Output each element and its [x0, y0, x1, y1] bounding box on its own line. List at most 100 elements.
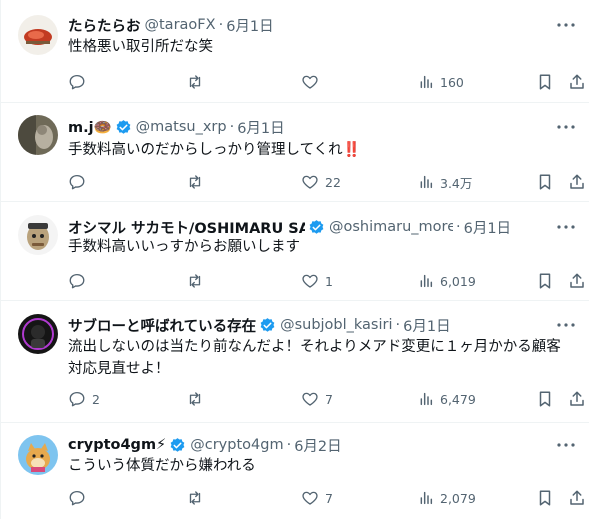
tweet[interactable]: オシマル サカモト/OSHIMARU SAKAMOTO @oshimaru_mo…: [1, 202, 589, 301]
bookmark-button[interactable]: [537, 270, 553, 292]
avatar[interactable]: [18, 314, 58, 354]
tweet[interactable]: たらたらお @taraoFX · 6月1日 性格悪い取引所だな笑 160: [1, 0, 589, 103]
view-count: 2,079: [440, 490, 476, 506]
retweet-button[interactable]: [186, 270, 210, 292]
views-button[interactable]: 160: [418, 71, 464, 93]
tweet[interactable]: crypto4gm⚡ @crypto4gm · 6月2日 こういう体質だから嫌わ…: [1, 423, 589, 519]
heart-icon: [302, 274, 318, 288]
share-button[interactable]: [568, 388, 586, 410]
user-handle[interactable]: @crypto4gm: [190, 437, 283, 453]
more-options-button[interactable]: [555, 315, 577, 335]
retweet-button[interactable]: [186, 388, 210, 410]
action-bar: 160: [1, 71, 589, 93]
reply-button[interactable]: [68, 270, 92, 292]
tweet-header: サブローと呼ばれている存在 @subjobl_kasiri · 6月1日: [68, 315, 451, 335]
display-name[interactable]: m.j🍩: [68, 119, 112, 136]
retweet-icon: [189, 274, 201, 288]
views-button[interactable]: 6,479: [418, 388, 476, 410]
action-bar: 7 2,079: [1, 487, 589, 509]
avatar[interactable]: [18, 15, 58, 55]
user-handle[interactable]: @oshimaru_more: [329, 219, 453, 235]
share-button[interactable]: [568, 71, 586, 93]
retweet-icon: [189, 392, 201, 406]
tweet-date[interactable]: 6月1日: [226, 15, 273, 36]
tweet[interactable]: m.j🍩 @matsu_xrp · 6月1日 手数料高いのだからしっかり管理して…: [1, 103, 589, 202]
share-button[interactable]: [568, 171, 586, 193]
separator-dot: ·: [456, 219, 461, 235]
tweet-date[interactable]: 6月1日: [237, 117, 284, 138]
verified-badge-icon: [259, 317, 276, 334]
views-button[interactable]: 6,019: [418, 270, 476, 292]
retweet-icon: [189, 75, 201, 89]
share-icon: [570, 490, 584, 505]
like-button[interactable]: 7: [301, 388, 333, 410]
tweet-line: 手数料高いのだからしっかり管理してくれ‼️: [68, 142, 361, 158]
tweet-date[interactable]: 6月1日: [464, 217, 511, 238]
display-name[interactable]: オシマル サカモト/OSHIMARU SAKAMOTO: [68, 217, 305, 238]
views-button[interactable]: 3.4万: [418, 171, 472, 193]
view-count: 3.4万: [440, 175, 473, 191]
share-button[interactable]: [568, 270, 586, 292]
bookmark-icon: [539, 490, 551, 506]
bookmark-icon: [539, 174, 551, 190]
reply-icon: [69, 74, 85, 90]
like-button[interactable]: 1: [301, 270, 333, 292]
more-options-button[interactable]: [555, 15, 577, 35]
avatar[interactable]: [18, 115, 58, 155]
view-count: 160: [440, 74, 464, 90]
share-icon: [570, 174, 584, 189]
tweet-line: 性格悪い取引所だな笑: [68, 39, 213, 55]
avatar[interactable]: [18, 215, 58, 255]
reply-button[interactable]: [68, 71, 92, 93]
analytics-icon: [420, 392, 433, 406]
bookmark-button[interactable]: [537, 388, 553, 410]
more-icon: [557, 23, 575, 27]
bookmark-button[interactable]: [537, 171, 553, 193]
views-button[interactable]: 2,079: [418, 487, 476, 509]
tweet[interactable]: サブローと呼ばれている存在 @subjobl_kasiri · 6月1日 流出し…: [1, 301, 589, 423]
tweet-header: crypto4gm⚡ @crypto4gm · 6月2日: [68, 435, 342, 455]
reply-button[interactable]: [68, 171, 92, 193]
user-handle[interactable]: @taraoFX: [145, 17, 216, 33]
bookmark-icon: [539, 391, 551, 407]
bookmark-button[interactable]: [537, 487, 553, 509]
bookmark-button[interactable]: [537, 71, 553, 93]
display-name[interactable]: たらたらお: [68, 15, 141, 36]
tweet-date[interactable]: 6月2日: [294, 435, 341, 456]
reply-icon: [69, 174, 85, 190]
retweet-button[interactable]: [186, 171, 210, 193]
verified-badge-icon: [115, 119, 132, 136]
share-icon: [570, 74, 584, 89]
tweet-text: 手数料高いのだからしっかり管理してくれ‼️: [68, 139, 573, 161]
verified-badge-icon: [169, 437, 186, 454]
display-name[interactable]: crypto4gm⚡: [68, 437, 166, 453]
like-button[interactable]: 22: [301, 171, 341, 193]
heart-icon: [302, 392, 318, 406]
user-handle[interactable]: @matsu_xrp: [136, 119, 227, 135]
reply-button[interactable]: [68, 487, 92, 509]
reply-icon: [69, 273, 85, 289]
retweet-button[interactable]: [186, 487, 210, 509]
reply-button[interactable]: 2: [68, 388, 100, 410]
user-handle[interactable]: @subjobl_kasiri: [280, 317, 392, 333]
like-count: 22: [325, 174, 341, 190]
more-icon: [557, 323, 575, 327]
like-count: 7: [325, 391, 333, 407]
like-button[interactable]: 7: [301, 487, 333, 509]
share-button[interactable]: [568, 487, 586, 509]
analytics-icon: [420, 491, 433, 505]
reply-count: 2: [92, 391, 100, 407]
analytics-icon: [420, 274, 433, 288]
tweet-date[interactable]: 6月1日: [403, 315, 450, 336]
more-options-button[interactable]: [555, 217, 577, 237]
tweet-text: 手数料高いいっすからお願いします: [68, 236, 573, 258]
more-options-button[interactable]: [555, 435, 577, 455]
display-name[interactable]: サブローと呼ばれている存在: [68, 315, 256, 336]
avatar[interactable]: [18, 435, 58, 475]
separator-dot: ·: [286, 437, 292, 453]
retweet-button[interactable]: [186, 71, 210, 93]
more-options-button[interactable]: [555, 117, 577, 137]
like-button[interactable]: [301, 71, 325, 93]
tweet-header: オシマル サカモト/OSHIMARU SAKAMOTO @oshimaru_mo…: [68, 217, 511, 237]
tweet-header: たらたらお @taraoFX · 6月1日: [68, 15, 274, 35]
